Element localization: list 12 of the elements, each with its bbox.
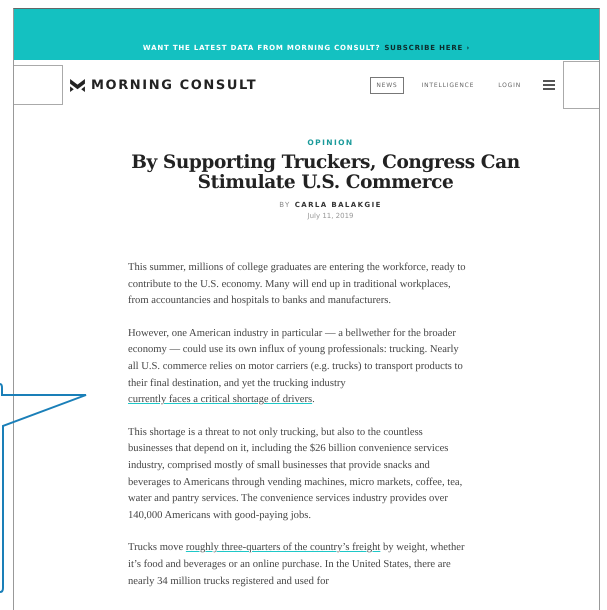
- article-title: By Supporting Truckers, Congress Can Stimulate U.S. Commerce: [130, 153, 521, 193]
- menu-icon[interactable]: [543, 80, 555, 90]
- article-paragraph: Trucks move roughly three-quarters of the country’s freight by weight, whether it’s food and beverages or an online purchase. In the United States, there are nearly 34 million trucks registered and used for: [128, 541, 466, 588]
- article-paragraph: This summer, millions of college graduates are entering the workforce, ready to contribute to the U.S. economy. Many will end up in traditional workplaces, from accountancies and hospitals to banks and manufacturers.: [128, 261, 466, 308]
- article-paragraph: This shortage is a threat to not only trucking, but also to the countless businesses that depend on it, including the $26 billion convenience services industry, comprised mostly of small businesses that provide snacks and beverages to Americans through vending machines, micro markets, coffee, tea, water and pantry services. The convenience services industry provides over 140,000 Americans with good-paying jobs.: [128, 426, 464, 523]
- inline-link[interactable]: roughly three-quarters of the country’s freight: [186, 542, 380, 554]
- placeholder-box: [14, 65, 63, 105]
- logo-icon: [70, 78, 85, 92]
- article-paragraph: However, one American industry in particular — a bellwether for the broader economy — could use its own influx of young professionals: trucking. Nearly all U.S. commerce relies on motor carriers (e.g. trucks) to transport products to their final destination, and yet the trucking industry currently faces a critical shortage of drivers.: [128, 326, 464, 408]
- placeholder-box: [563, 61, 599, 109]
- logo-text: MORNING CONSULT: [91, 78, 258, 92]
- inline-link[interactable]: currently faces a critical shortage of drivers: [128, 394, 312, 406]
